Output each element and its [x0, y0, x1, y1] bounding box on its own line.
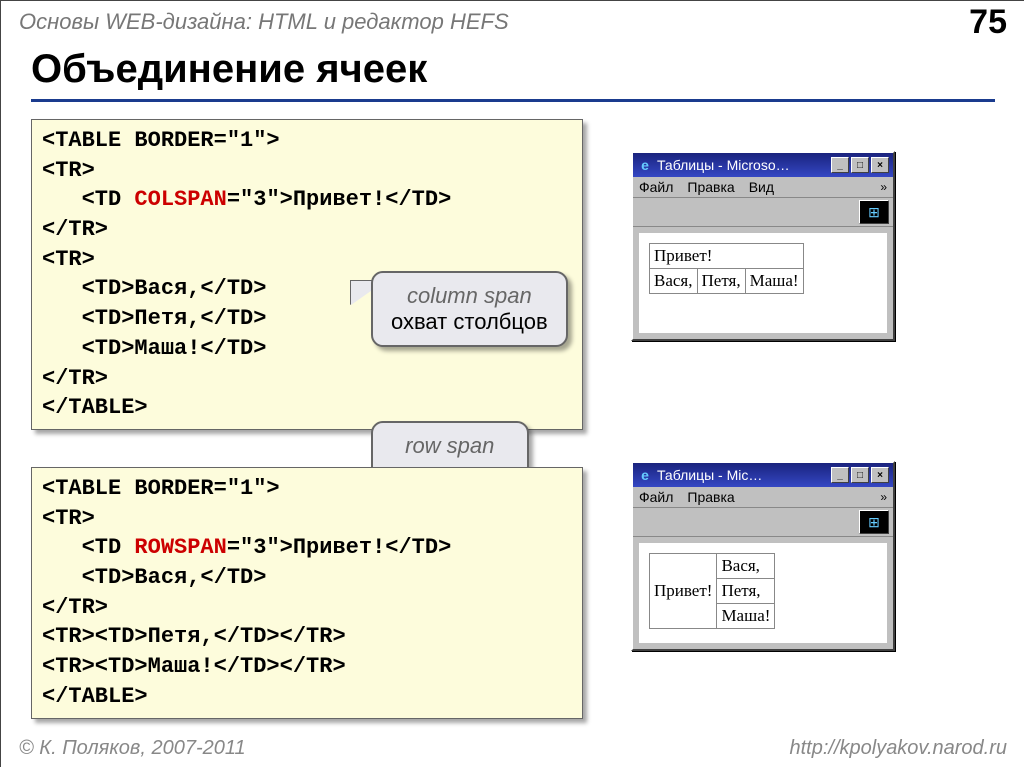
menu-file[interactable]: Файл: [639, 179, 673, 195]
table-cell: Привет!: [650, 244, 804, 269]
minimize-button[interactable]: _: [831, 157, 849, 173]
callout-colspan: column span охват столбцов: [371, 271, 568, 347]
menubar: Файл Правка »: [633, 487, 893, 508]
copyright: © К. Поляков, 2007-2011: [19, 737, 246, 760]
callout-russian: охват столбцов: [391, 309, 548, 334]
title-rule: [31, 99, 995, 102]
menu-view[interactable]: Вид: [749, 179, 774, 195]
table-cell: Маша!: [745, 269, 803, 294]
browser-window-rowspan: e Таблицы - Mic… _ □ × Файл Правка » ⊞ П…: [631, 461, 895, 651]
page-title: Объединение ячеек: [31, 47, 427, 92]
table-cell: Петя,: [717, 579, 775, 604]
breadcrumb: Основы WEB-дизайна: HTML и редактор HEFS: [19, 9, 509, 35]
close-button[interactable]: ×: [871, 467, 889, 483]
maximize-button[interactable]: □: [851, 467, 869, 483]
titlebar: e Таблицы - Microso… _ □ ×: [633, 153, 893, 177]
maximize-button[interactable]: □: [851, 157, 869, 173]
site-url: http://kpolyakov.narod.ru: [789, 737, 1007, 760]
table-cell: Вася,: [650, 269, 698, 294]
client-area: Привет! Вася, Петя, Маша!: [639, 543, 887, 643]
table-cell: Маша!: [717, 604, 775, 629]
toolbar: ⊞: [633, 508, 893, 537]
attr-colspan: COLSPAN: [134, 187, 226, 212]
close-button[interactable]: ×: [871, 157, 889, 173]
ie-icon: e: [637, 157, 653, 173]
ie-throbber-icon: ⊞: [859, 510, 889, 534]
menu-more[interactable]: »: [880, 180, 887, 194]
titlebar: e Таблицы - Mic… _ □ ×: [633, 463, 893, 487]
slide: Основы WEB-дизайна: HTML и редактор HEFS…: [0, 0, 1024, 767]
menubar: Файл Правка Вид »: [633, 177, 893, 198]
callout-english: column span: [391, 283, 548, 309]
minimize-button[interactable]: _: [831, 467, 849, 483]
attr-rowspan: ROWSPAN: [134, 535, 226, 560]
client-area: Привет! Вася, Петя, Маша!: [639, 233, 887, 333]
window-title: Таблицы - Microso…: [657, 157, 829, 173]
table-cell: Вася,: [717, 554, 775, 579]
toolbar: ⊞: [633, 198, 893, 227]
table-cell: Привет!: [650, 554, 717, 629]
demo-table-colspan: Привет! Вася, Петя, Маша!: [649, 243, 804, 294]
window-title: Таблицы - Mic…: [657, 467, 829, 483]
ie-icon: e: [637, 467, 653, 483]
page-number: 75: [969, 3, 1007, 42]
menu-edit[interactable]: Правка: [687, 179, 734, 195]
code-block-rowspan: <TABLE BORDER="1"> <TR> <TD ROWSPAN="3">…: [31, 467, 583, 719]
callout-english: row span: [391, 433, 509, 459]
ie-throbber-icon: ⊞: [859, 200, 889, 224]
browser-window-colspan: e Таблицы - Microso… _ □ × Файл Правка В…: [631, 151, 895, 341]
menu-more[interactable]: »: [880, 490, 887, 504]
demo-table-rowspan: Привет! Вася, Петя, Маша!: [649, 553, 775, 629]
menu-file[interactable]: Файл: [639, 489, 673, 505]
menu-edit[interactable]: Правка: [687, 489, 734, 505]
table-cell: Петя,: [697, 269, 745, 294]
